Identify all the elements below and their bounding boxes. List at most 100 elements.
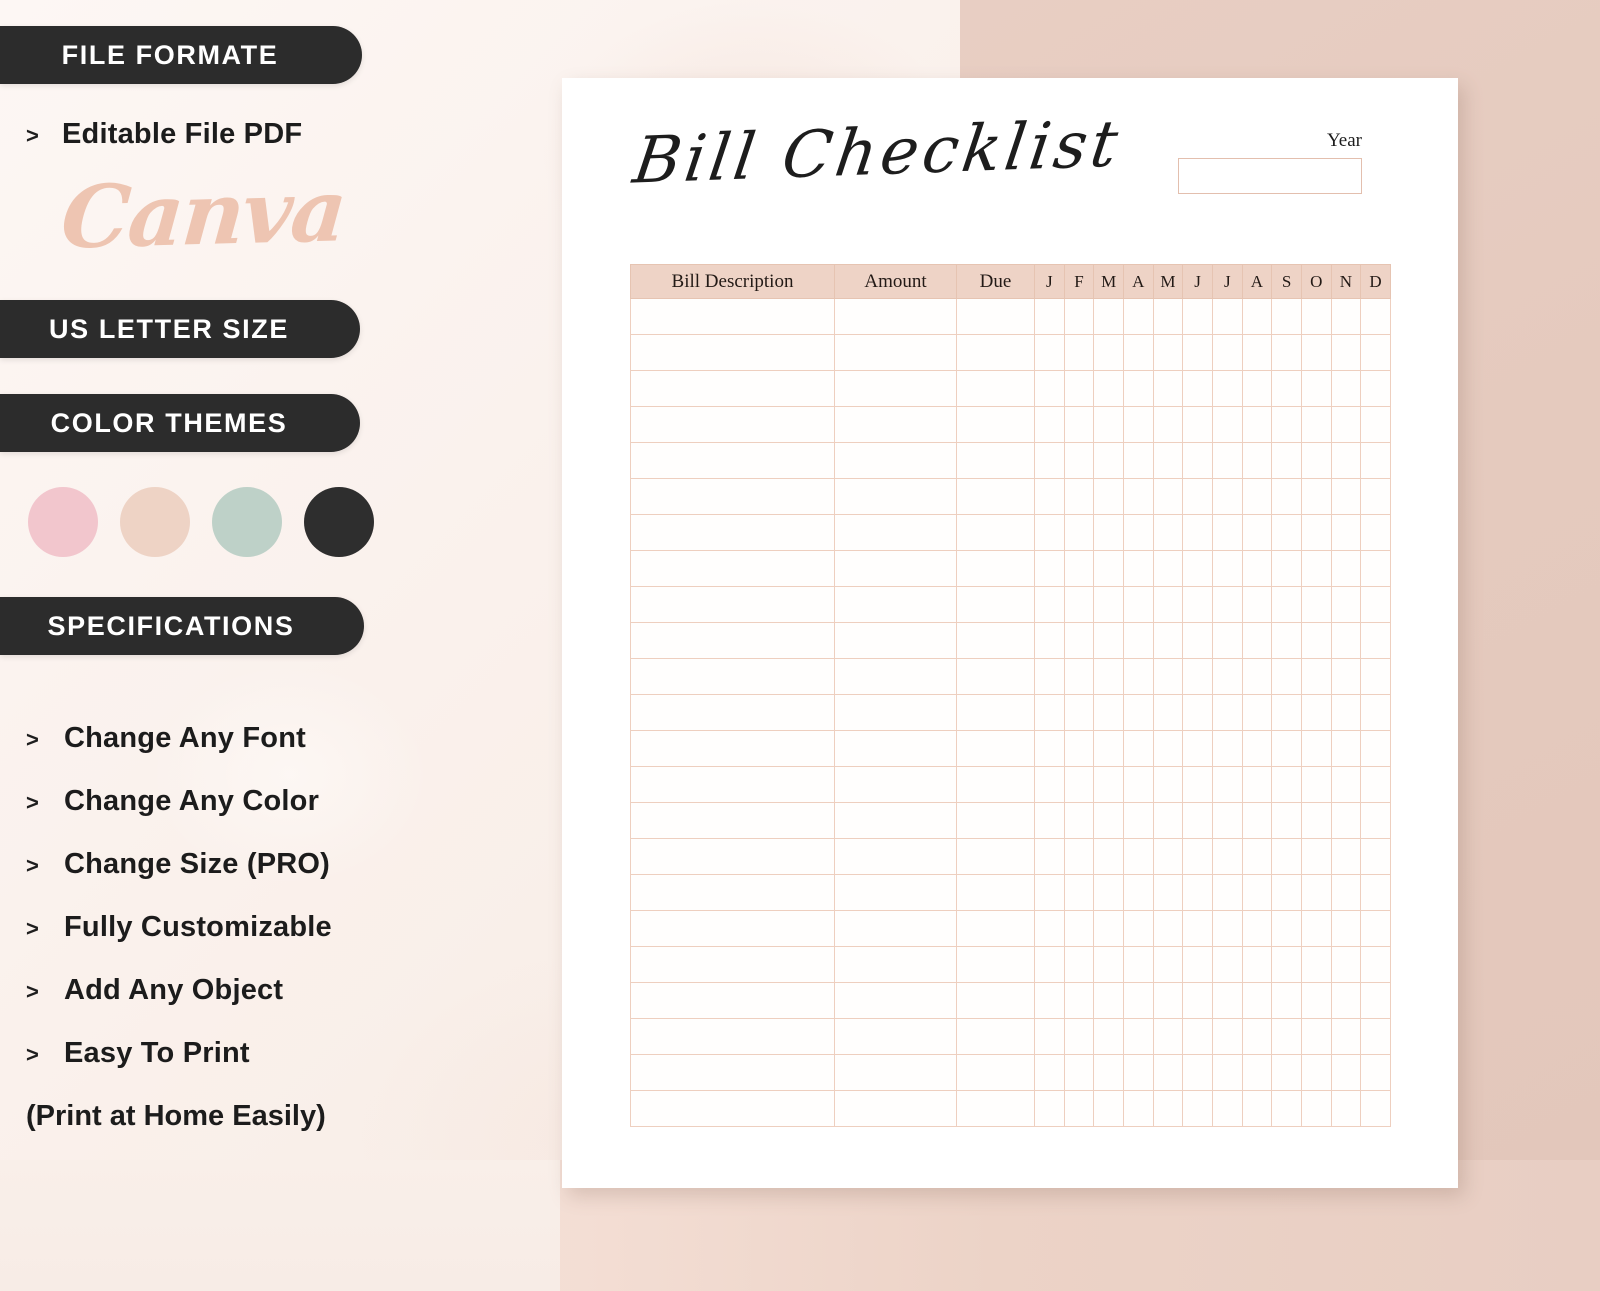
cell-month-12[interactable] (1360, 586, 1391, 623)
cell-month-3[interactable] (1093, 982, 1124, 1019)
cell-amount[interactable] (834, 442, 957, 479)
cell-description[interactable] (630, 334, 835, 371)
cell-month-11[interactable] (1330, 370, 1362, 407)
cell-month-5[interactable] (1152, 622, 1184, 659)
cell-month-5[interactable] (1152, 658, 1184, 695)
cell-month-10[interactable] (1300, 478, 1332, 515)
cell-month-10[interactable] (1300, 406, 1332, 443)
cell-month-3[interactable] (1093, 658, 1124, 695)
cell-month-11[interactable] (1330, 730, 1362, 767)
cell-month-2[interactable] (1063, 334, 1095, 371)
cell-month-8[interactable] (1241, 874, 1273, 911)
cell-month-9[interactable] (1271, 334, 1302, 371)
cell-amount[interactable] (834, 514, 957, 551)
cell-month-10[interactable] (1300, 1018, 1332, 1055)
cell-month-8[interactable] (1241, 406, 1273, 443)
cell-month-12[interactable] (1360, 982, 1391, 1019)
cell-amount[interactable] (834, 802, 957, 839)
cell-month-5[interactable] (1152, 802, 1184, 839)
cell-description[interactable] (630, 622, 835, 659)
cell-month-3[interactable] (1093, 1054, 1124, 1091)
cell-month-11[interactable] (1330, 406, 1362, 443)
cell-month-9[interactable] (1271, 478, 1302, 515)
cell-month-1[interactable] (1034, 1090, 1065, 1127)
cell-month-6[interactable] (1182, 298, 1213, 335)
cell-month-9[interactable] (1271, 766, 1302, 803)
cell-month-3[interactable] (1093, 766, 1124, 803)
cell-amount[interactable] (834, 946, 957, 983)
cell-due[interactable] (956, 514, 1035, 551)
cell-month-2[interactable] (1063, 622, 1095, 659)
cell-month-9[interactable] (1271, 586, 1302, 623)
cell-month-1[interactable] (1034, 766, 1065, 803)
cell-month-8[interactable] (1241, 478, 1273, 515)
cell-month-9[interactable] (1271, 298, 1302, 335)
cell-description[interactable] (630, 910, 835, 947)
cell-month-3[interactable] (1093, 802, 1124, 839)
cell-due[interactable] (956, 478, 1035, 515)
cell-month-12[interactable] (1360, 334, 1391, 371)
cell-month-5[interactable] (1152, 1018, 1184, 1055)
cell-month-1[interactable] (1034, 406, 1065, 443)
cell-month-2[interactable] (1063, 586, 1095, 623)
cell-month-9[interactable] (1271, 838, 1302, 875)
cell-month-11[interactable] (1330, 694, 1362, 731)
cell-month-4[interactable] (1122, 514, 1154, 551)
cell-month-3[interactable] (1093, 550, 1124, 587)
cell-due[interactable] (956, 298, 1035, 335)
cell-month-1[interactable] (1034, 946, 1065, 983)
cell-month-9[interactable] (1271, 910, 1302, 947)
cell-month-1[interactable] (1034, 874, 1065, 911)
cell-month-7[interactable] (1211, 370, 1243, 407)
cell-month-4[interactable] (1122, 802, 1154, 839)
cell-month-6[interactable] (1182, 910, 1213, 947)
cell-due[interactable] (956, 838, 1035, 875)
cell-due[interactable] (956, 334, 1035, 371)
cell-month-11[interactable] (1330, 802, 1362, 839)
cell-description[interactable] (630, 586, 835, 623)
cell-month-3[interactable] (1093, 586, 1124, 623)
cell-month-10[interactable] (1300, 514, 1332, 551)
cell-month-2[interactable] (1063, 550, 1095, 587)
cell-description[interactable] (630, 478, 835, 515)
cell-month-9[interactable] (1271, 514, 1302, 551)
cell-month-7[interactable] (1211, 442, 1243, 479)
cell-month-12[interactable] (1360, 946, 1391, 983)
cell-due[interactable] (956, 766, 1035, 803)
cell-month-7[interactable] (1211, 298, 1243, 335)
cell-month-9[interactable] (1271, 874, 1302, 911)
cell-month-1[interactable] (1034, 298, 1065, 335)
cell-month-4[interactable] (1122, 1018, 1154, 1055)
cell-month-8[interactable] (1241, 298, 1273, 335)
cell-month-3[interactable] (1093, 514, 1124, 551)
cell-due[interactable] (956, 802, 1035, 839)
cell-month-4[interactable] (1122, 694, 1154, 731)
cell-month-12[interactable] (1360, 514, 1391, 551)
cell-description[interactable] (630, 766, 835, 803)
cell-month-3[interactable] (1093, 730, 1124, 767)
cell-month-8[interactable] (1241, 730, 1273, 767)
cell-month-7[interactable] (1211, 694, 1243, 731)
cell-month-4[interactable] (1122, 622, 1154, 659)
cell-month-4[interactable] (1122, 910, 1154, 947)
cell-month-6[interactable] (1182, 514, 1213, 551)
cell-month-7[interactable] (1211, 730, 1243, 767)
cell-month-2[interactable] (1063, 766, 1095, 803)
cell-month-10[interactable] (1300, 1054, 1332, 1091)
cell-month-6[interactable] (1182, 766, 1213, 803)
cell-amount[interactable] (834, 766, 957, 803)
cell-month-8[interactable] (1241, 838, 1273, 875)
cell-month-10[interactable] (1300, 910, 1332, 947)
cell-month-5[interactable] (1152, 298, 1184, 335)
cell-month-12[interactable] (1360, 1054, 1391, 1091)
cell-month-7[interactable] (1211, 982, 1243, 1019)
cell-month-4[interactable] (1122, 658, 1154, 695)
cell-due[interactable] (956, 442, 1035, 479)
cell-month-11[interactable] (1330, 766, 1362, 803)
cell-month-7[interactable] (1211, 910, 1243, 947)
cell-month-6[interactable] (1182, 442, 1213, 479)
cell-month-5[interactable] (1152, 334, 1184, 371)
cell-description[interactable] (630, 982, 835, 1019)
cell-month-1[interactable] (1034, 514, 1065, 551)
cell-month-4[interactable] (1122, 370, 1154, 407)
